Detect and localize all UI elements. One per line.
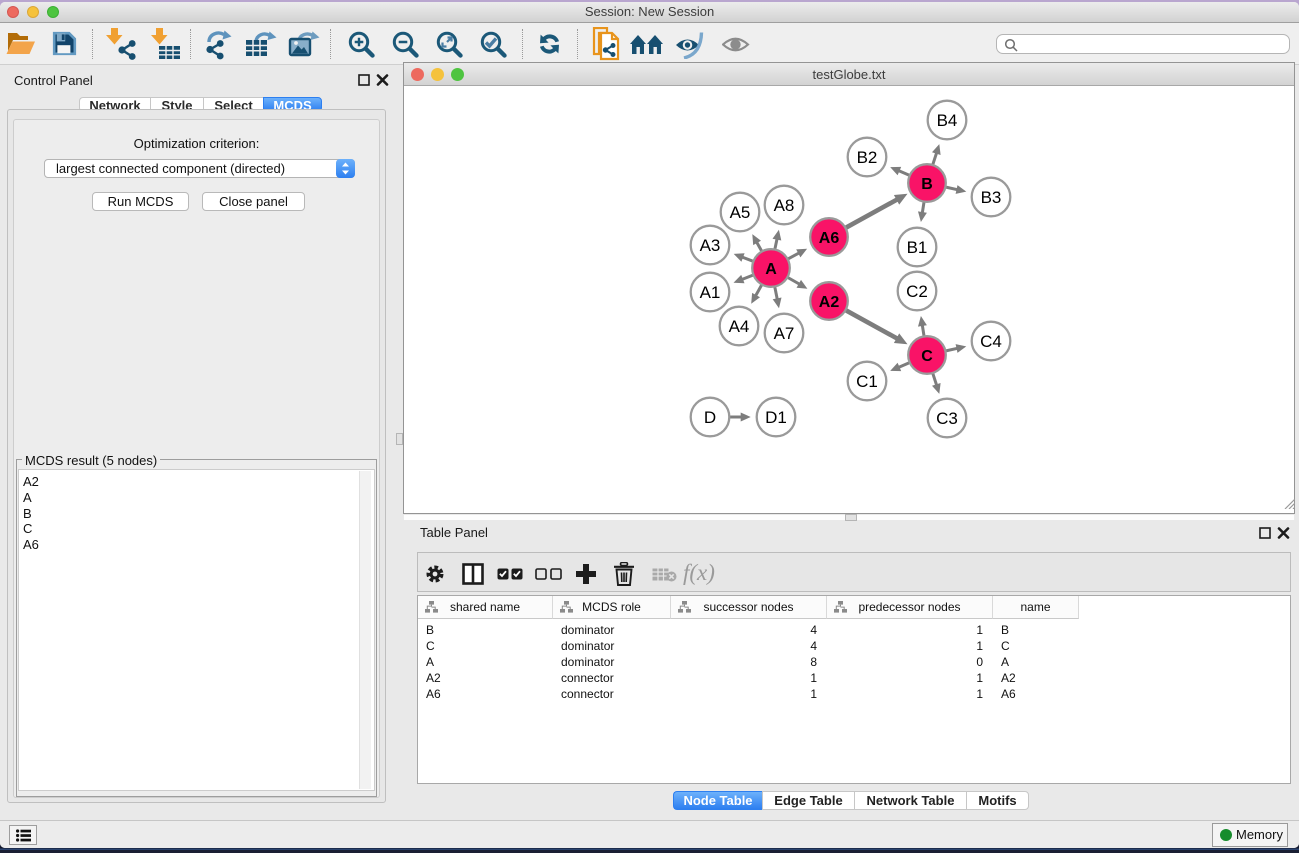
svg-text:A8: A8 [774, 196, 795, 215]
svg-text:B3: B3 [981, 188, 1002, 207]
svg-text:A1: A1 [700, 283, 721, 302]
svg-text:C3: C3 [936, 409, 958, 428]
svg-text:D: D [704, 408, 716, 427]
svg-text:A: A [765, 261, 777, 278]
svg-text:B2: B2 [857, 148, 878, 167]
svg-text:B4: B4 [937, 111, 958, 130]
svg-text:A6: A6 [819, 230, 840, 247]
svg-text:A5: A5 [730, 203, 751, 222]
svg-text:C: C [921, 348, 933, 365]
svg-text:D1: D1 [765, 408, 787, 427]
svg-text:B1: B1 [907, 238, 928, 257]
svg-text:A2: A2 [819, 294, 840, 311]
svg-text:A4: A4 [729, 317, 750, 336]
svg-text:C2: C2 [906, 282, 928, 301]
svg-text:A3: A3 [700, 236, 721, 255]
svg-text:A7: A7 [774, 324, 795, 343]
svg-text:C4: C4 [980, 332, 1002, 351]
svg-text:B: B [921, 176, 933, 193]
svg-text:C1: C1 [856, 372, 878, 391]
